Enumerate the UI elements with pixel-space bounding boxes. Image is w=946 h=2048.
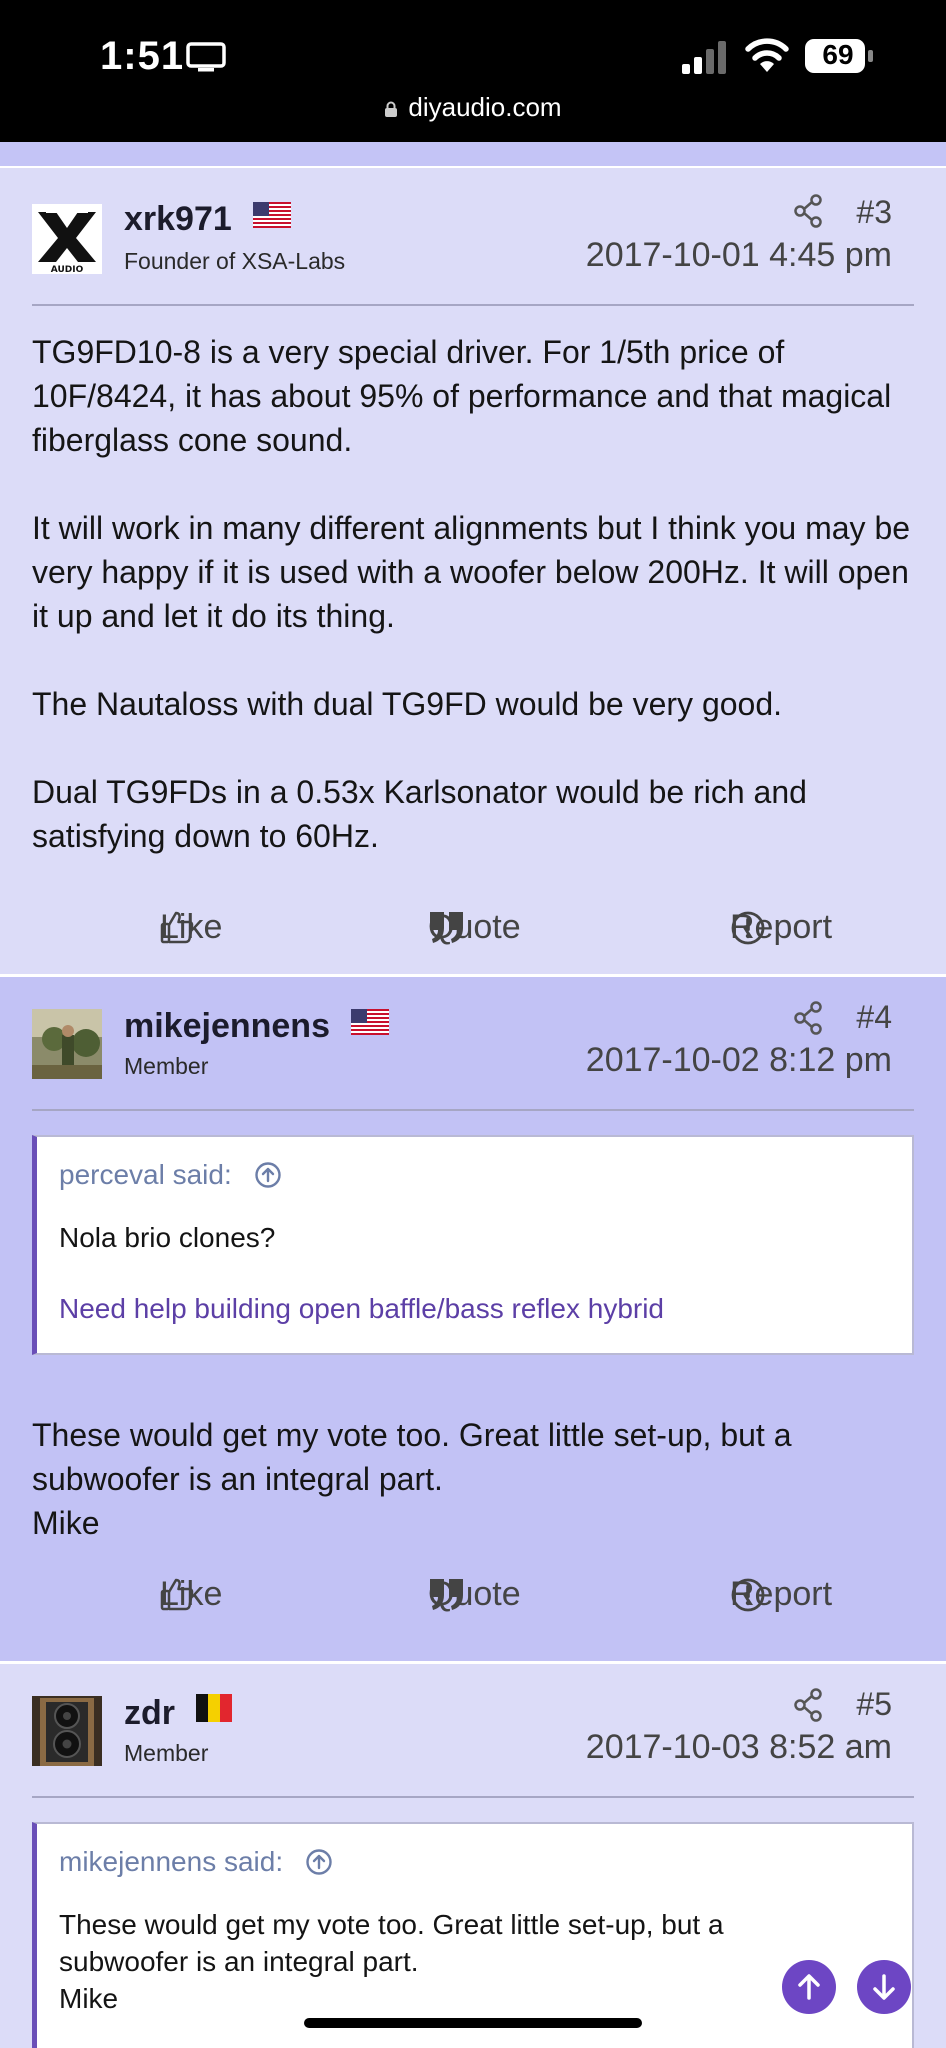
lock-icon <box>385 101 398 117</box>
previous-post-edge <box>0 142 946 168</box>
report-button[interactable]: Report <box>686 1569 832 1619</box>
battery-level: 69 <box>822 39 854 70</box>
like-button[interactable]: Like <box>108 1569 222 1619</box>
paragraph: Mike <box>32 1505 100 1541</box>
post-number-link[interactable]: #3 <box>856 194 892 231</box>
report-icon <box>731 911 765 945</box>
share-icon[interactable] <box>792 1001 824 1035</box>
scroll-to-bottom-button[interactable] <box>857 1960 911 2014</box>
user-title: Member <box>124 1053 209 1079</box>
quote-line: Mike <box>59 1983 119 2014</box>
paragraph: The Nautaloss with dual TG9FD would be v… <box>32 686 783 722</box>
post-body: TG9FD10-8 is a very special driver. For … <box>32 330 922 902</box>
jump-to-quote-icon[interactable] <box>254 1161 282 1189</box>
arrow-up-icon <box>798 1974 820 2000</box>
thumbs-up-icon <box>160 1578 194 1611</box>
report-icon <box>731 1578 765 1612</box>
svg-text:AUDIO: AUDIO <box>51 265 84 274</box>
share-icon[interactable] <box>792 1688 824 1722</box>
user-title: Founder of XSA-Labs <box>124 248 346 274</box>
us-flag-icon <box>351 1009 390 1035</box>
wifi-icon <box>745 38 789 72</box>
cellular-signal-icon <box>682 41 726 74</box>
url-text: diyaudio.com <box>408 92 562 122</box>
avatar[interactable] <box>32 1009 102 1079</box>
post-actions: Like Quote Report <box>0 902 946 952</box>
paragraph: TG9FD10-8 is a very special driver. For … <box>32 334 892 458</box>
speaker-photo <box>32 1696 102 1766</box>
quote-button[interactable]: Quote <box>382 1569 521 1619</box>
post-number-link[interactable]: #4 <box>856 999 892 1036</box>
quote-block: perceval said: Nola brio clones? Need he… <box>32 1135 914 1355</box>
avatar[interactable]: AUDIO <box>32 204 102 274</box>
quote-text: These would get my vote too. Great littl… <box>59 1906 852 2017</box>
quote-block: mikejennens said: These would get my vot… <box>32 1822 914 2048</box>
post-date[interactable]: 2017-10-02 8:12 pm <box>586 1041 892 1080</box>
paragraph: It will work in many different alignment… <box>32 510 911 634</box>
post-body: These would get my vote too. Great littl… <box>32 1413 922 1545</box>
paragraph: Dual TG9FDs in a 0.53x Karlsonator would… <box>32 774 807 854</box>
scroll-to-top-button[interactable] <box>782 1960 836 2014</box>
screen-mirroring-icon <box>186 42 226 72</box>
divider <box>32 1109 914 1111</box>
username[interactable]: xrk971 <box>124 200 292 239</box>
share-icon[interactable] <box>792 194 824 228</box>
quote-author[interactable]: mikejennens said: <box>59 1846 333 1878</box>
quote-icon <box>430 912 463 943</box>
divider <box>32 304 914 306</box>
avatar[interactable] <box>32 1696 102 1766</box>
user-photo <box>32 1009 102 1079</box>
post-4: mikejennens Member #4 2017-10-02 8:12 pm… <box>0 977 946 1661</box>
quote-icon <box>430 1579 463 1610</box>
address-bar[interactable]: diyaudio.com <box>0 92 946 123</box>
user-title: Member <box>124 1740 209 1766</box>
quote-text: Nola brio clones? <box>59 1222 276 1253</box>
paragraph: These would get my vote too. Great littl… <box>32 1417 792 1497</box>
post-number-link[interactable]: #5 <box>856 1686 892 1723</box>
post-date[interactable]: 2017-10-03 8:52 am <box>586 1728 892 1767</box>
divider <box>32 1796 914 1798</box>
home-indicator[interactable] <box>304 2018 642 2028</box>
post-3: AUDIO xrk971 Founder of XSA-Labs #3 2017… <box>0 170 946 974</box>
jump-to-quote-icon[interactable] <box>305 1848 333 1876</box>
like-button[interactable]: Like <box>108 902 222 952</box>
quote-author[interactable]: perceval said: <box>59 1159 282 1191</box>
status-time: 1:51 <box>100 34 185 78</box>
status-bar: 1:51 69 diyaudio.com <box>0 0 946 142</box>
report-button[interactable]: Report <box>686 902 832 952</box>
username[interactable]: mikejennens <box>124 1007 390 1046</box>
post-actions: Like Quote Report <box>0 1569 946 1619</box>
quote-line: These would get my vote too. Great littl… <box>59 1909 724 1977</box>
thumbs-up-icon <box>160 911 194 944</box>
belgium-flag-icon <box>196 1694 233 1722</box>
quote-thread-link[interactable]: Need help building open baffle/bass refl… <box>59 1293 664 1325</box>
username[interactable]: zdr <box>124 1694 233 1733</box>
xsa-audio-logo: AUDIO <box>38 211 96 274</box>
quote-button[interactable]: Quote <box>382 902 521 952</box>
post-date[interactable]: 2017-10-01 4:45 pm <box>586 236 892 275</box>
arrow-down-icon <box>873 1974 895 2000</box>
us-flag-icon <box>253 202 292 228</box>
